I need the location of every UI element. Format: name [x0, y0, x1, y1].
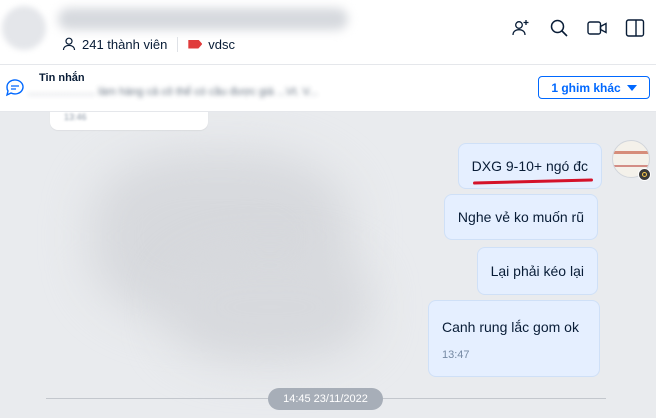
message-bubble[interactable]: Canh rung lắc gom ok 13:47 — [428, 300, 600, 377]
add-member-icon[interactable] — [510, 17, 532, 39]
members-count: 241 thành viên — [82, 36, 168, 52]
group-tag[interactable]: vdsc — [178, 37, 235, 52]
chat-header: 241 thành viên vdsc — [0, 0, 656, 64]
sidebar-toggle-icon[interactable] — [624, 17, 646, 39]
blurred-content — [170, 252, 370, 362]
member-icon — [62, 37, 76, 51]
message-text: DXG 9-10+ ngó đc — [471, 158, 588, 174]
message-text: Canh rung lắc gom ok — [442, 319, 579, 335]
pinned-title: Tin nhắn — [39, 72, 85, 84]
group-avatar[interactable] — [2, 6, 46, 50]
more-pins-label: 1 ghim khác — [551, 80, 621, 95]
video-call-icon[interactable] — [586, 17, 608, 39]
tag-label: vdsc — [208, 36, 236, 52]
chat-area[interactable]: 13:46 DXG 9-10+ ngó đc Nghe vẻ ko muốn r… — [0, 112, 656, 418]
message-bubble[interactable]: DXG 9-10+ ngó đc — [457, 143, 602, 189]
tag-icon — [188, 39, 203, 49]
group-name-blurred[interactable] — [58, 8, 348, 30]
pinned-preview: ...................... làm hàng cả cô th… — [28, 86, 318, 98]
message-bubble[interactable]: Nghe vẻ ko muốn rũ — [443, 194, 598, 240]
chevron-down-icon — [626, 85, 637, 91]
previous-message-time: 13:46 — [64, 112, 87, 122]
date-divider-chip: 14:45 23/11/2022 — [268, 388, 383, 410]
pinned-chat-icon — [4, 77, 26, 104]
more-pins-button[interactable]: 1 ghim khác — [538, 76, 650, 99]
group-meta: 241 thành viên vdsc — [62, 35, 235, 53]
message-text: Lại phải kéo lại — [490, 263, 584, 279]
red-underline-annotation — [472, 178, 594, 185]
message-time: 13:47 — [442, 349, 470, 361]
avatar-graphic — [613, 165, 649, 167]
message-bubble[interactable]: Lại phải kéo lại — [476, 247, 598, 295]
avatar-graphic — [613, 151, 649, 154]
members-link[interactable]: 241 thành viên — [62, 36, 179, 52]
header-toolbar — [510, 17, 646, 39]
message-text: Nghe vẻ ko muốn rũ — [457, 209, 584, 225]
avatar-key-badge-icon — [638, 168, 651, 181]
search-icon[interactable] — [548, 17, 570, 39]
